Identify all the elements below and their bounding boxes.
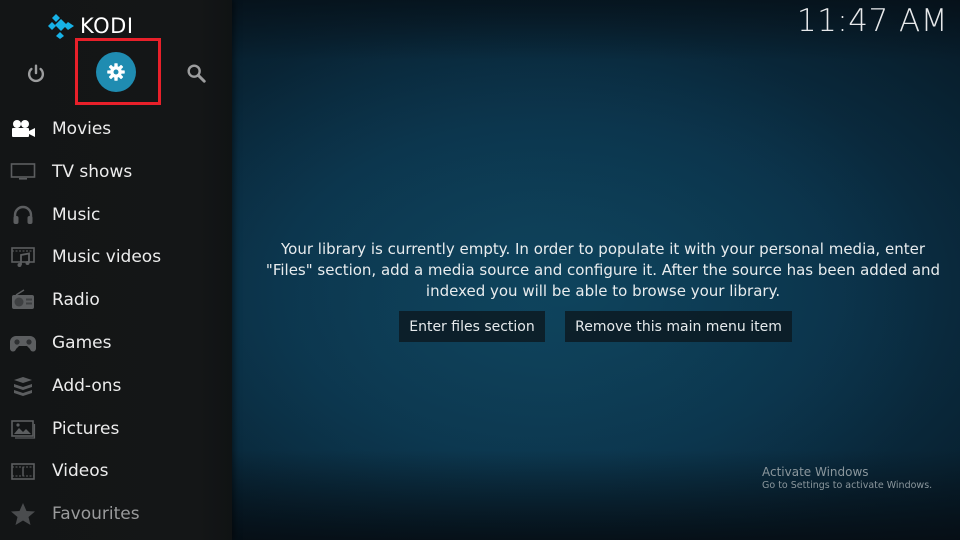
sidebar-item-label: Videos bbox=[52, 461, 109, 482]
message-line: indexed you will be able to browse your … bbox=[425, 282, 781, 300]
sidebar-item-label: Games bbox=[52, 333, 112, 353]
sidebar-item-favourites[interactable]: Favourites bbox=[0, 493, 232, 535]
activate-windows-title: Activate Windows bbox=[762, 465, 869, 479]
bottom-shade bbox=[232, 450, 960, 540]
picture-icon bbox=[9, 417, 37, 441]
music-video-icon bbox=[9, 245, 37, 269]
sidebar-item-label: Pictures bbox=[52, 418, 120, 439]
message-line: Your library is currently empty. In orde… bbox=[281, 240, 925, 258]
message-line: "Files" section, add a media source and … bbox=[265, 261, 941, 279]
radio-icon bbox=[9, 288, 37, 312]
headphones-icon bbox=[9, 203, 37, 227]
sidebar-item-tv-shows[interactable]: TV shows bbox=[0, 151, 232, 193]
film-strip-icon bbox=[9, 459, 37, 483]
sidebar-item-label: Favourites bbox=[52, 504, 140, 525]
top-icon-bar bbox=[0, 50, 232, 94]
activate-windows-subtitle: Go to Settings to activate Windows. bbox=[762, 480, 933, 491]
sidebar: KODI Movies TV shows Music Music videos … bbox=[0, 0, 232, 540]
gear-icon bbox=[107, 63, 125, 81]
sidebar-item-radio[interactable]: Radio bbox=[0, 279, 232, 321]
clock: 11:47 AM bbox=[796, 3, 948, 39]
sidebar-item-label: Music bbox=[52, 204, 101, 225]
sidebar-item-music-videos[interactable]: Music videos bbox=[0, 236, 232, 278]
sidebar-item-movies[interactable]: Movies bbox=[0, 108, 232, 150]
sidebar-item-label: Radio bbox=[52, 290, 100, 311]
sidebar-item-add-ons[interactable]: Add-ons bbox=[0, 365, 232, 407]
remove-main-menu-item-button[interactable]: Remove this main menu item bbox=[565, 311, 792, 342]
sidebar-item-videos[interactable]: Videos bbox=[0, 450, 232, 492]
sidebar-item-label: Music videos bbox=[52, 247, 162, 268]
sidebar-item-label: Movies bbox=[52, 119, 112, 139]
search-button[interactable] bbox=[182, 59, 210, 87]
gamepad-icon bbox=[9, 331, 37, 355]
addons-box-icon bbox=[9, 374, 37, 398]
star-icon bbox=[9, 502, 37, 526]
sidebar-item-music[interactable]: Music bbox=[0, 194, 232, 236]
sidebar-item-games[interactable]: Games bbox=[0, 322, 232, 364]
power-button[interactable] bbox=[22, 60, 50, 88]
tv-icon bbox=[9, 160, 37, 184]
sidebar-item-label: Add-ons bbox=[52, 375, 122, 396]
kodi-logo-icon bbox=[48, 14, 74, 39]
enter-files-section-button[interactable]: Enter files section bbox=[399, 311, 545, 342]
movie-camera-icon bbox=[9, 117, 37, 141]
activate-windows-watermark: Activate Windows Go to Settings to activ… bbox=[762, 465, 932, 493]
settings-button[interactable] bbox=[96, 52, 136, 92]
kodi-logo: KODI bbox=[47, 13, 134, 39]
search-icon bbox=[187, 64, 206, 83]
sidebar-item-pictures[interactable]: Pictures bbox=[0, 408, 232, 450]
kodi-logo-text: KODI bbox=[80, 14, 134, 38]
empty-library-message: Your library is currently empty. In orde… bbox=[248, 239, 958, 302]
power-icon bbox=[27, 64, 45, 83]
sidebar-item-label: TV shows bbox=[52, 161, 133, 182]
